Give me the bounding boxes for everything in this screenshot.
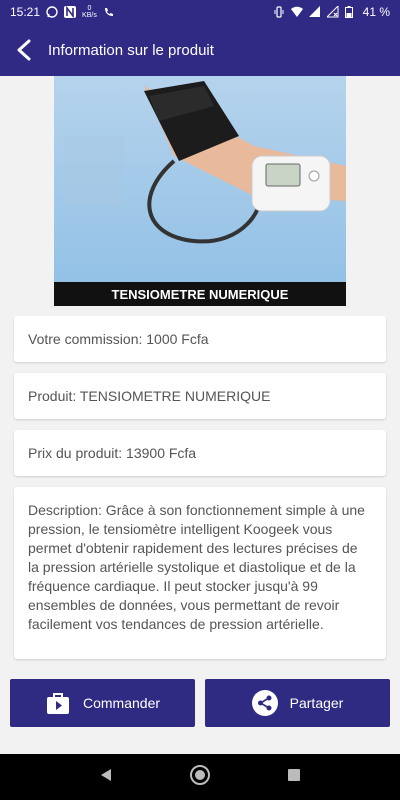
missed-call-icon: [103, 6, 115, 18]
action-buttons: Commander Partager: [0, 679, 400, 729]
commission-card: Votre commission: 1000 Fcfa: [14, 316, 386, 362]
battery-level: 41 %: [362, 5, 390, 19]
page-title: Information sur le produit: [48, 41, 214, 59]
status-left: 15:21 0 KB/s: [10, 5, 115, 19]
network-speed-unit: KB/s: [82, 12, 97, 19]
commission-text: Votre commission: 1000 Fcfa: [28, 331, 209, 347]
signal-icon: [308, 6, 321, 18]
signal-x-icon: [325, 4, 339, 18]
blood-pressure-monitor-illustration: [64, 81, 346, 244]
status-bar: 15:21 0 KB/s 41 %: [0, 0, 400, 24]
battery-icon: [344, 6, 357, 18]
nav-back-icon[interactable]: [98, 767, 114, 788]
order-button[interactable]: Commander: [10, 679, 195, 727]
app-bar: Information sur le produit: [0, 24, 400, 76]
back-button[interactable]: [0, 24, 48, 76]
product-image: [54, 76, 346, 306]
product-image-caption: TENSIOMETRE NUMERIQUE: [54, 282, 346, 306]
share-button[interactable]: Partager: [205, 679, 390, 727]
description-text: Description: Grâce à son fonctionnement …: [28, 502, 365, 632]
product-name-card: Produit: TENSIOMETRE NUMERIQUE: [14, 373, 386, 419]
description-card: Description: Grâce à son fonctionnement …: [14, 487, 386, 659]
n-app-icon: [64, 5, 77, 19]
order-button-label: Commander: [82, 695, 161, 711]
shopping-bag-play-icon: [45, 690, 71, 716]
status-right: 41 %: [273, 4, 390, 19]
nav-recents-icon[interactable]: [286, 767, 302, 788]
nav-home-icon[interactable]: [189, 764, 211, 791]
vibrate-icon: [273, 6, 285, 18]
whatsapp-icon: [46, 6, 58, 18]
arrow-back-icon[interactable]: [15, 39, 33, 61]
share-button-label: Partager: [289, 695, 344, 711]
status-time: 15:21: [10, 5, 41, 19]
share-icon: [251, 690, 278, 716]
wifi-icon: [290, 6, 303, 18]
network-speed: 0 KB/s: [82, 5, 97, 19]
system-nav-bar: [0, 754, 400, 800]
network-speed-value: 0: [87, 5, 92, 12]
product-name-text: Produit: TENSIOMETRE NUMERIQUE: [28, 388, 271, 404]
product-details: TENSIOMETRE NUMERIQUE Votre commission: …: [0, 76, 400, 754]
price-text: Prix du produit: 13900 Fcfa: [28, 445, 197, 461]
price-card: Prix du produit: 13900 Fcfa: [14, 430, 386, 476]
